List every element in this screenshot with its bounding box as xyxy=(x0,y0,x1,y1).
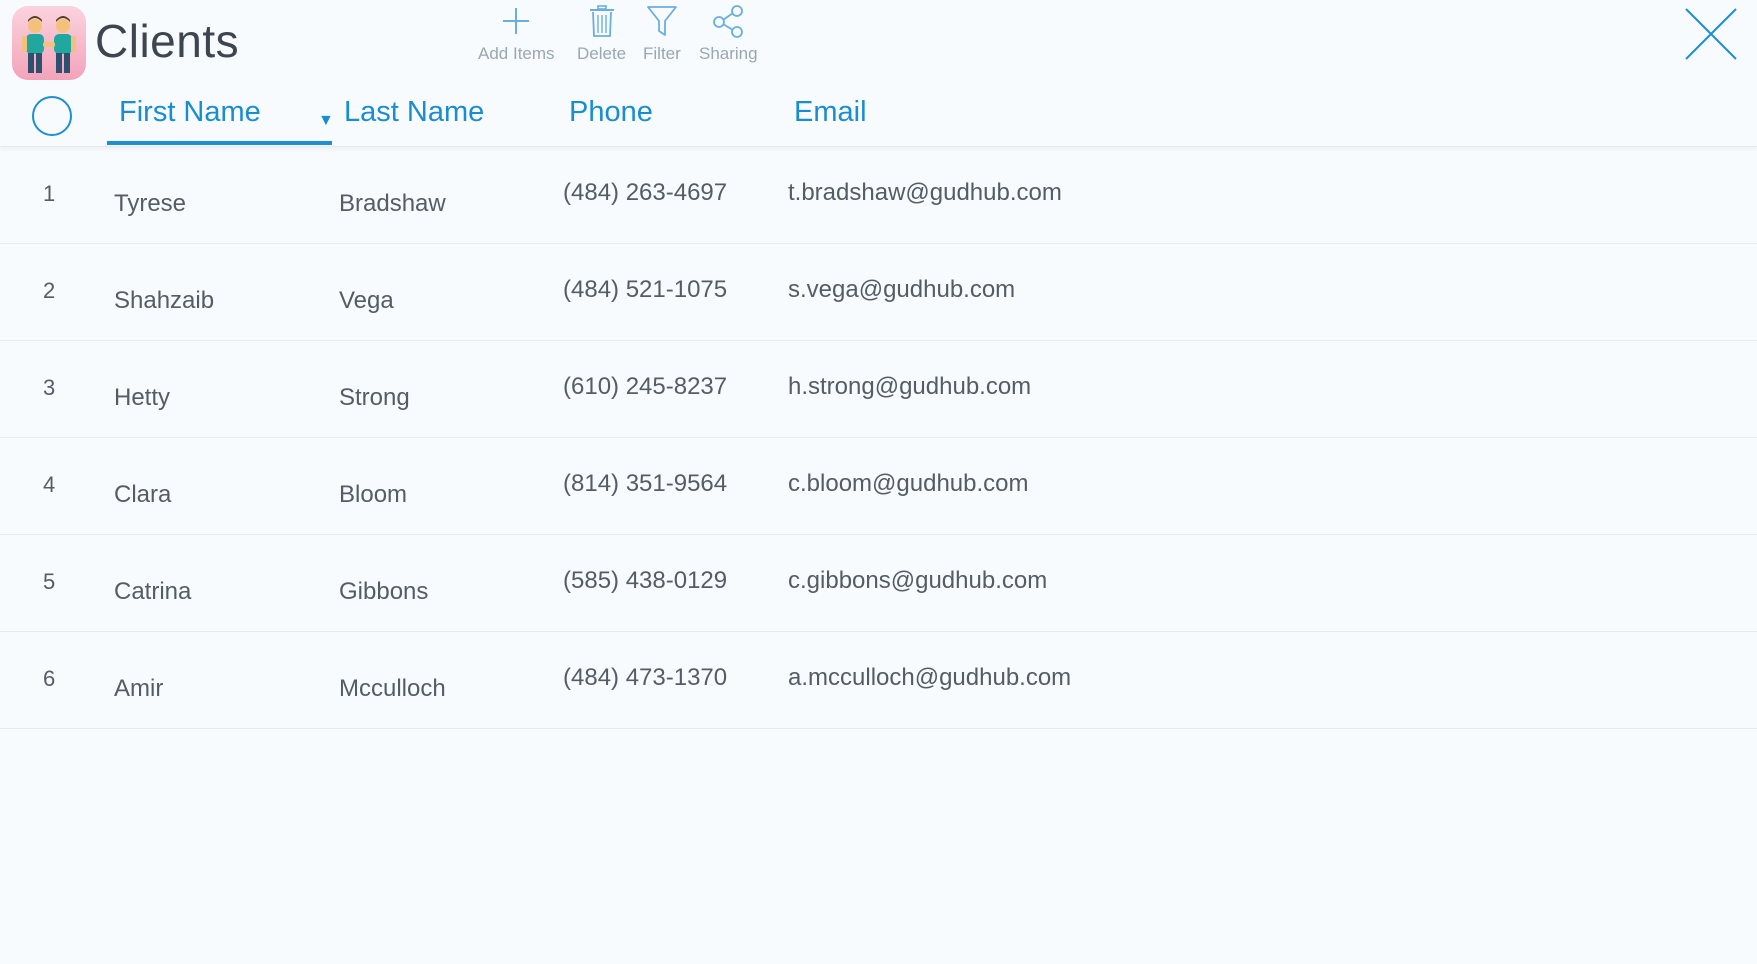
table-row[interactable]: 6 Amir Mcculloch (484) 473-1370 a.mccull… xyxy=(0,632,1757,729)
cell-phone: (484) 521-1075 xyxy=(563,276,728,303)
cell-last-name: Mcculloch xyxy=(339,675,446,702)
row-number: 4 xyxy=(43,472,56,497)
cell-first-name: Catrina xyxy=(114,578,192,605)
cell-first-name: Hetty xyxy=(114,384,171,411)
select-all-checkbox[interactable] xyxy=(32,96,72,136)
cell-phone: (814) 351-9564 xyxy=(563,470,728,497)
close-button[interactable] xyxy=(1683,6,1739,62)
cell-first-name: Tyrese xyxy=(114,190,187,217)
column-header-last-name[interactable]: Last Name xyxy=(344,96,484,129)
column-header-email[interactable]: Email xyxy=(794,96,867,129)
sort-arrow-down-icon[interactable]: ▼ xyxy=(318,112,334,130)
cell-last-name: Vega xyxy=(339,287,394,314)
two-people-icon xyxy=(12,6,86,80)
row-number: 1 xyxy=(43,181,56,206)
cell-email: c.gibbons@gudhub.com xyxy=(788,567,1048,594)
page-title: Clients xyxy=(95,15,240,67)
column-header-first-name[interactable]: First Name xyxy=(119,96,261,129)
cell-email: a.mcculloch@gudhub.com xyxy=(788,664,1072,691)
cell-first-name: Shahzaib xyxy=(114,287,215,314)
cell-email: s.vega@gudhub.com xyxy=(788,276,1016,303)
row-number: 6 xyxy=(43,666,56,691)
cell-last-name: Gibbons xyxy=(339,578,429,605)
add-items-label: Add Items xyxy=(478,44,555,63)
table-row[interactable]: 4 Clara Bloom (814) 351-9564 c.bloom@gud… xyxy=(0,438,1757,535)
plus-icon xyxy=(503,8,530,34)
cell-email: c.bloom@gudhub.com xyxy=(788,470,1029,497)
cell-phone: (585) 438-0129 xyxy=(563,567,728,594)
cell-last-name: Bradshaw xyxy=(339,190,446,217)
cell-phone: (610) 245-8237 xyxy=(563,373,728,400)
cell-email: h.strong@gudhub.com xyxy=(788,373,1032,400)
row-number: 5 xyxy=(43,569,56,594)
cell-first-name: Clara xyxy=(114,481,172,508)
table-header: First Name ▼ Last Name Phone Email xyxy=(0,84,1757,147)
cell-phone: (484) 263-4697 xyxy=(563,179,728,206)
table-row[interactable]: 2 Shahzaib Vega (484) 521-1075 s.vega@gu… xyxy=(0,244,1757,341)
table-row[interactable]: 5 Catrina Gibbons (585) 438-0129 c.gibbo… xyxy=(0,535,1757,632)
table-body: 1 Tyrese Bradshaw (484) 263-4697 t.brads… xyxy=(0,147,1757,729)
add-items-button[interactable]: Add Items xyxy=(478,4,555,68)
close-icon xyxy=(1685,8,1737,60)
cell-last-name: Bloom xyxy=(339,481,408,508)
column-header-phone[interactable]: Phone xyxy=(569,96,653,129)
filter-label: Filter xyxy=(643,44,681,63)
cell-first-name: Amir xyxy=(114,675,164,702)
sharing-button[interactable]: Sharing xyxy=(699,4,758,68)
clients-page: Clients Add Items Delete Filter Sharing … xyxy=(0,0,1757,964)
row-number: 3 xyxy=(43,375,56,400)
filter-button[interactable]: Filter xyxy=(643,4,681,68)
cell-last-name: Strong xyxy=(339,384,410,411)
table-row[interactable]: 1 Tyrese Bradshaw (484) 263-4697 t.brads… xyxy=(0,147,1757,244)
sharing-label: Sharing xyxy=(699,44,758,63)
table-row[interactable]: 3 Hetty Strong (610) 245-8237 h.strong@g… xyxy=(0,341,1757,438)
row-number: 2 xyxy=(43,278,56,303)
delete-label: Delete xyxy=(577,44,627,63)
sort-indicator-underline xyxy=(107,141,332,145)
funnel-icon xyxy=(646,6,677,36)
trash-icon xyxy=(589,5,614,37)
cell-phone: (484) 473-1370 xyxy=(563,664,728,691)
delete-button[interactable]: Delete xyxy=(577,4,626,68)
share-icon xyxy=(713,5,744,38)
cell-email: t.bradshaw@gudhub.com xyxy=(788,179,1062,206)
